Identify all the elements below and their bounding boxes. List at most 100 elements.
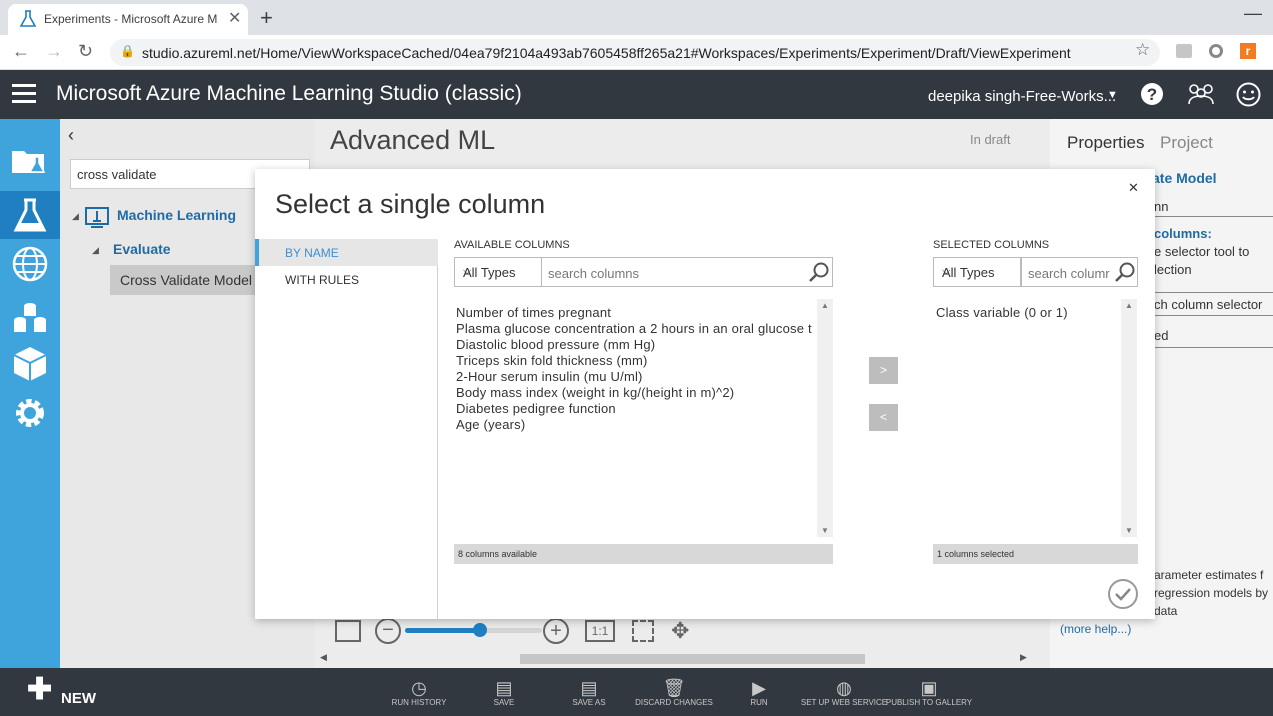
button-label: RUN HISTORY — [391, 698, 447, 707]
selected-list-scrollbar[interactable]: ▲ ▼ — [1121, 299, 1137, 537]
zoom-in-icon[interactable]: + — [543, 618, 569, 644]
tree-node-machine-learning[interactable]: Machine Learning — [117, 207, 236, 223]
add-column-button[interactable]: > — [869, 357, 898, 384]
publish-to-gallery-button[interactable]: ▣ PUBLISH TO GALLERY — [884, 678, 974, 707]
extension-r-icon[interactable]: r — [1240, 43, 1256, 59]
address-bar-row: ← → ↻ 🔒 studio.azureml.net/Home/ViewWork… — [0, 35, 1273, 70]
scroll-down-icon[interactable]: ▼ — [1125, 526, 1133, 535]
settings-gear-icon[interactable] — [0, 389, 60, 437]
save-button[interactable]: ▤ SAVE — [459, 678, 549, 707]
new-label: NEW — [61, 690, 96, 707]
hamburger-menu-icon[interactable] — [12, 84, 36, 108]
projects-icon[interactable] — [0, 135, 60, 183]
collapse-palette-icon[interactable]: ‹ — [68, 125, 74, 146]
user-menu[interactable]: deepika singh-Free-Works... — [928, 88, 1116, 105]
chevron-down-icon[interactable]: ▼ — [1107, 89, 1118, 101]
expand-triangle-icon[interactable]: ◢ — [72, 211, 79, 222]
available-search-input[interactable]: search columns — [541, 257, 833, 287]
tab-project[interactable]: Project — [1160, 133, 1213, 153]
tab-title: Experiments - Microsoft Azure M — [44, 12, 218, 26]
zoom-slider-thumb[interactable] — [473, 623, 488, 637]
list-item[interactable]: Plasma glucose concentration a 2 hours i… — [456, 321, 814, 337]
plus-icon: ✚ — [27, 673, 53, 706]
select-icon[interactable] — [632, 620, 654, 642]
ok-checkmark-button[interactable] — [1108, 579, 1138, 609]
save-as-button[interactable]: ▤ SAVE AS — [544, 678, 634, 707]
zoom-slider[interactable] — [405, 623, 542, 637]
reload-icon[interactable]: ↻ — [78, 41, 93, 62]
tab-properties[interactable]: Properties — [1067, 133, 1144, 153]
flask-favicon-icon — [20, 10, 36, 27]
launch-column-selector-button[interactable]: ch column selector — [1154, 292, 1273, 316]
community-icon[interactable] — [1187, 82, 1215, 106]
url-field[interactable]: 🔒 studio.azureml.net/Home/ViewWorkspaceC… — [110, 39, 1160, 66]
actual-size-button[interactable]: 1:1 — [585, 620, 615, 642]
available-type-filter[interactable]: All Types ⌵ — [454, 257, 542, 287]
chevron-down-icon: ⌵ — [463, 265, 472, 277]
setup-web-service-button[interactable]: ◍ SET UP WEB SERVICE — [799, 678, 889, 707]
zoom-slider-fill — [405, 628, 481, 633]
back-icon[interactable]: ← — [12, 41, 30, 62]
button-label: RUN — [750, 698, 768, 707]
module-name-fragment: ate Model — [1152, 170, 1217, 186]
scroll-up-icon[interactable]: ▲ — [821, 301, 829, 310]
selected-columns-list[interactable]: Class variable (0 or 1) — [933, 299, 1120, 537]
chevron-down-icon: ⌵ — [942, 265, 951, 277]
available-columns-list[interactable]: Number of times pregnant Plasma glucose c… — [454, 299, 816, 537]
module-search-value: cross validate — [77, 167, 157, 182]
datasets-icon[interactable] — [0, 293, 60, 341]
experiment-title[interactable]: Advanced ML — [330, 125, 495, 156]
mode-with-rules[interactable]: WITH RULES — [285, 273, 359, 287]
tree-node-evaluate[interactable]: Evaluate — [113, 241, 171, 257]
button-label: SET UP WEB SERVICE — [800, 698, 888, 707]
extension-circle-icon[interactable] — [1209, 44, 1223, 58]
list-item[interactable]: 2-Hour serum insulin (mu U/ml) — [456, 369, 814, 385]
experiments-icon[interactable] — [0, 191, 60, 239]
tree-node-cross-validate-model[interactable]: Cross Validate Model — [110, 265, 260, 295]
available-list-scrollbar[interactable]: ▲ ▼ — [817, 299, 833, 537]
scroll-right-icon[interactable]: ▶ — [1020, 652, 1027, 663]
pan-icon[interactable]: ✥ — [671, 618, 689, 644]
selected-search-input[interactable]: search columr — [1021, 257, 1138, 287]
launch-label: ch column selector — [1154, 297, 1263, 312]
scroll-left-icon[interactable]: ◀ — [320, 652, 327, 663]
list-item[interactable]: Number of times pregnant — [456, 305, 814, 321]
discard-changes-button[interactable]: 🗑 DISCARD CHANGES — [629, 678, 719, 707]
mode-by-name[interactable]: BY NAME — [255, 239, 438, 266]
available-status: 8 columns available — [454, 544, 833, 564]
browser-tab-bar: Experiments - Microsoft Azure M ✕ + — — [0, 0, 1273, 35]
forward-icon[interactable]: → — [45, 41, 63, 62]
feedback-smiley-icon[interactable] — [1236, 82, 1261, 107]
search-icon[interactable] — [1114, 261, 1136, 283]
fit-to-screen-icon[interactable] — [335, 620, 361, 642]
selected-type-filter[interactable]: All Types ⌵ — [933, 257, 1021, 287]
run-button[interactable]: ▶ RUN — [714, 678, 804, 707]
list-item[interactable]: Diastolic blood pressure (mm Hg) — [456, 337, 814, 353]
scroll-up-icon[interactable]: ▲ — [1125, 301, 1133, 310]
web-services-icon[interactable] — [0, 240, 60, 288]
zoom-out-icon[interactable]: − — [375, 618, 401, 644]
run-history-button[interactable]: ◷ RUN HISTORY — [374, 678, 464, 707]
list-item[interactable]: Class variable (0 or 1) — [936, 305, 1117, 321]
trained-models-icon[interactable] — [0, 340, 60, 388]
close-tab-icon[interactable]: ✕ — [228, 8, 241, 28]
list-item[interactable]: Age (years) — [456, 417, 814, 433]
horizontal-scrollbar-thumb[interactable] — [520, 654, 865, 664]
remove-column-button[interactable]: < — [869, 404, 898, 431]
scroll-down-icon[interactable]: ▼ — [821, 526, 829, 535]
more-help-link[interactable]: (more help...) — [1060, 622, 1131, 636]
list-item[interactable]: Triceps skin fold thickness (mm) — [456, 353, 814, 369]
minimize-icon[interactable]: — — [1244, 3, 1262, 24]
button-label: DISCARD CHANGES — [635, 698, 713, 707]
bookmark-star-icon[interactable]: ☆ — [1135, 40, 1150, 60]
list-item[interactable]: Body mass index (weight in kg/(height in… — [456, 385, 814, 401]
browser-tab[interactable]: Experiments - Microsoft Azure M ✕ — [8, 4, 248, 35]
search-icon[interactable] — [808, 261, 830, 283]
expand-triangle-icon[interactable]: ◢ — [92, 245, 99, 256]
close-dialog-icon[interactable]: ✕ — [1128, 180, 1139, 196]
extension-icon[interactable] — [1176, 44, 1192, 58]
list-item[interactable]: Diabetes pedigree function — [456, 401, 814, 417]
new-tab-icon[interactable]: + — [260, 5, 273, 31]
checkmark-icon — [1115, 588, 1131, 601]
help-icon[interactable]: ? — [1140, 82, 1164, 106]
